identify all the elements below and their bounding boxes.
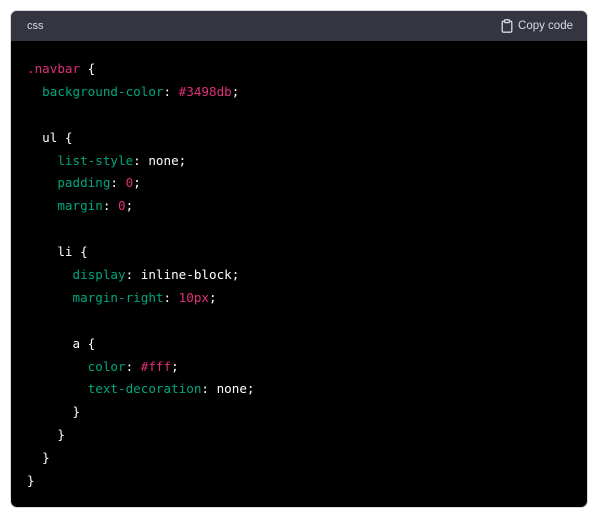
code-token: list-style — [57, 152, 134, 168]
code-token: { — [80, 61, 96, 76]
code-token: : — [163, 83, 179, 99]
code-line: ul { — [27, 127, 571, 150]
code-block: css Copy code .navbar { background-color… — [11, 11, 587, 507]
code-token: text-decoration — [87, 381, 202, 397]
code-token: margin — [57, 198, 103, 214]
code-token: : — [163, 289, 179, 305]
code-token: .navbar — [27, 61, 81, 76]
code-token: } — [27, 450, 50, 466]
clipboard-icon — [501, 19, 513, 33]
code-token: 0 — [118, 198, 126, 214]
code-token: display — [72, 267, 126, 283]
code-line: } — [27, 447, 571, 470]
code-token: } — [27, 473, 35, 489]
code-token: #3498db — [178, 83, 232, 99]
code-token: } — [27, 404, 81, 420]
code-line: li { — [27, 241, 571, 264]
code-line: text-decoration: none; — [27, 378, 571, 401]
code-token: padding — [57, 175, 111, 191]
code-line: .navbar { — [27, 58, 571, 81]
code-token: : — [102, 198, 119, 214]
code-token: ul { — [27, 129, 73, 145]
code-line: background-color: #3498db; — [27, 81, 571, 104]
code-token: color — [87, 358, 126, 374]
code-line: } — [27, 424, 571, 447]
code-token: : none; — [133, 152, 187, 168]
code-line: padding: 0; — [27, 172, 571, 195]
language-label: css — [27, 20, 44, 32]
code-line: a { — [27, 333, 571, 356]
code-line: margin-right: 10px; — [27, 287, 571, 310]
code-line: } — [27, 401, 571, 424]
code-token: : inline-block; — [125, 267, 240, 283]
copy-code-button[interactable]: Copy code — [501, 19, 573, 33]
code-token: ; — [171, 358, 179, 374]
code-token: : — [110, 175, 126, 191]
code-token: : none; — [201, 381, 255, 397]
code-line: color: #fff; — [27, 356, 571, 379]
code-line: margin: 0; — [27, 195, 571, 218]
code-token: : — [125, 358, 141, 374]
code-token: ; — [133, 175, 141, 191]
code-token: } — [27, 427, 65, 443]
code-line: } — [27, 470, 571, 493]
code-token: ; — [231, 83, 240, 99]
code-token: li { — [27, 244, 88, 260]
code-line: list-style: none; — [27, 150, 571, 173]
code-token: ; — [125, 198, 134, 214]
code-token: background-color — [42, 83, 164, 99]
code-block-header: css Copy code — [11, 11, 587, 41]
code-token: a { — [27, 335, 96, 351]
code-line: display: inline-block; — [27, 264, 571, 287]
code-token: #fff — [140, 358, 172, 374]
copy-code-label: Copy code — [518, 20, 573, 32]
code-content[interactable]: .navbar { background-color: #3498db; ul … — [11, 41, 587, 493]
code-token: margin-right — [72, 289, 164, 305]
code-token: 10px — [178, 289, 210, 305]
code-token: ; — [209, 289, 217, 305]
